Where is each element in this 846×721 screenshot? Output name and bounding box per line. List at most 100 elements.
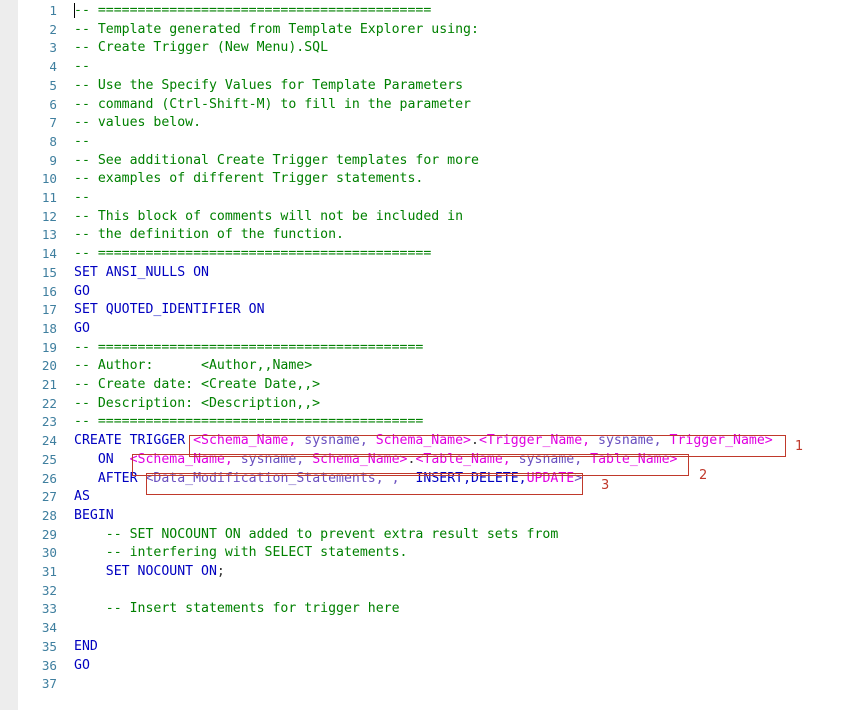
code-line-text[interactable]: -- =====================================… [74,245,431,264]
code-token: -- Insert statements for trigger here [74,601,400,617]
code-line[interactable]: 26 AFTER <Data_Modification_Statements, … [0,470,846,489]
code-line-text[interactable]: -- interfering with SELECT statements. [74,544,408,563]
code-line[interactable]: 21 -- Create date: <Create Date,,> [0,376,846,395]
line-number: 8 [49,133,57,149]
code-line-text[interactable]: -- examples of different Trigger stateme… [74,170,423,189]
code-line-text[interactable]: GO [74,657,90,676]
code-line-text[interactable]: -- SET NOCOUNT ON added to prevent extra… [74,526,559,545]
line-number: 29 [41,526,57,542]
template-parameter-token: Schema_Name> [375,433,471,449]
code-line[interactable]: 24 CREATE TRIGGER <Schema_Name, sysname, … [0,432,846,451]
line-number: 11 [41,190,57,205]
code-line-text[interactable]: -- command (Ctrl-Shift-M) to fill in the… [74,96,471,115]
code-line[interactable]: 30 -- interfering with SELECT statements… [0,544,846,563]
code-line[interactable]: 14 -- ===================================… [0,245,846,264]
template-parameter-token: sysname, [240,451,313,467]
code-line-text[interactable]: -- the definition of the function. [74,226,344,245]
code-line[interactable]: 32 [0,582,846,601]
code-line[interactable]: 9 -- See additional Create Trigger templa… [0,152,846,171]
code-line-text[interactable]: -- =====================================… [74,413,423,432]
code-line[interactable]: 11 -- [0,189,846,208]
line-number: 5 [49,77,57,93]
code-surface[interactable]: 1 -- ====================================… [0,0,846,721]
code-line-text[interactable]: GO [74,320,90,339]
code-token: -- SET NOCOUNT ON added to prevent extra… [74,526,559,542]
line-number: 9 [49,152,57,168]
line-number: 31 [41,564,57,579]
template-parameter-token: > [574,470,583,486]
code-line-text[interactable]: -- This block of comments will not be in… [74,208,463,227]
code-line[interactable]: 6 -- command (Ctrl-Shift-M) to fill in th… [0,96,846,115]
code-line[interactable]: 25 ON <Schema_Name, sysname, Schema_Name… [0,451,846,470]
code-line[interactable]: 28 BEGIN [0,507,846,526]
code-line-text[interactable]: -- See additional Create Trigger templat… [74,152,479,171]
code-token: GO [74,320,90,336]
code-line[interactable]: 4 -- [0,58,846,77]
code-line-text[interactable]: SET NOCOUNT ON; [74,563,225,582]
code-line-text[interactable]: -- Insert statements for trigger here [74,600,400,619]
code-line[interactable]: 19 -- ===================================… [0,339,846,358]
code-line[interactable]: 31 SET NOCOUNT ON; [0,563,846,582]
code-line[interactable]: 15 SET ANSI_NULLS ON [0,264,846,283]
code-line[interactable]: 13 -- the definition of the function. [0,226,846,245]
code-line[interactable]: 5 -- Use the Specify Values for Template … [0,77,846,96]
code-line-text[interactable]: SET ANSI_NULLS ON [74,264,209,283]
code-line[interactable]: 3 -- Create Trigger (New Menu).SQL [0,39,846,58]
code-line-text[interactable]: -- =====================================… [74,2,431,21]
code-line[interactable]: 10 -- examples of different Trigger state… [0,170,846,189]
code-line[interactable]: 12 -- This block of comments will not be … [0,208,846,227]
code-line[interactable]: 36 GO [0,657,846,676]
line-number: 25 [41,451,57,467]
code-token: -- [74,190,90,205]
code-line-text[interactable]: AFTER <Data_Modification_Statements, , I… [74,470,582,489]
code-line-text[interactable]: -- Author: <Author,,Name> [74,357,312,376]
code-line-text[interactable]: SET QUOTED_IDENTIFIER ON [74,301,265,320]
code-token: -- =====================================… [74,3,432,18]
code-line-text[interactable]: AS [74,488,90,507]
code-line-text[interactable]: -- values below. [74,114,201,133]
code-line[interactable]: 37 [0,675,846,694]
code-line-text[interactable]: BEGIN [74,507,114,526]
line-number: 16 [41,283,57,299]
code-line-text[interactable]: GO [74,283,90,302]
code-line-text[interactable]: -- =====================================… [74,339,423,358]
code-line-text[interactable]: -- [74,189,90,208]
code-line-text[interactable]: -- Description: <Description,,> [74,395,320,414]
code-line-text[interactable]: -- Create date: <Create Date,,> [74,376,320,395]
code-line[interactable]: 17 SET QUOTED_IDENTIFIER ON [0,301,846,320]
code-line[interactable]: 16 GO [0,283,846,302]
code-line[interactable]: 29 -- SET NOCOUNT ON added to prevent ex… [0,526,846,545]
sql-code-editor[interactable]: 1 -- ====================================… [0,0,846,721]
code-line-text[interactable]: -- Create Trigger (New Menu).SQL [74,39,328,58]
line-number: 22 [41,395,57,411]
code-line[interactable]: 22 -- Description: <Description,,> [0,395,846,414]
code-line[interactable]: 7 -- values below. [0,114,846,133]
code-line-text[interactable]: -- Template generated from Template Expl… [74,21,479,40]
code-token: SET NOCOUNT ON [74,564,217,579]
code-line[interactable]: 27 AS [0,488,846,507]
code-line[interactable]: 20 -- Author: <Author,,Name> [0,357,846,376]
code-line[interactable]: 35 END [0,638,846,657]
code-line[interactable]: 34 [0,619,846,638]
code-token: BEGIN [74,507,114,523]
code-line[interactable]: 2 -- Template generated from Template Exp… [0,21,846,40]
template-parameter-token: sysname, [598,433,670,449]
code-line-text[interactable]: -- [74,58,90,77]
code-line-text[interactable]: -- Use the Specify Values for Template P… [74,77,463,96]
code-token: -- Create date: <Create Date,,> [74,377,321,392]
line-number: 6 [49,96,57,112]
code-line-text[interactable]: ON <Schema_Name, sysname, Schema_Name>.<… [74,451,678,470]
code-line[interactable]: 33 -- Insert statements for trigger here [0,600,846,619]
code-line-text[interactable]: CREATE TRIGGER <Schema_Name, sysname, Sc… [74,432,773,451]
code-line[interactable]: 8 -- [0,133,846,152]
code-line[interactable]: 1 -- ====================================… [0,2,846,21]
annotation-number: 2 [699,468,708,483]
code-line-text[interactable]: END [74,638,98,657]
line-number: 3 [49,40,57,56]
code-token: AFTER [74,470,146,486]
code-line[interactable]: 23 -- ===================================… [0,413,846,432]
code-line-text[interactable]: -- [74,133,90,152]
code-line[interactable]: 18 GO [0,320,846,339]
code-token: -- Description: <Description,,> [74,395,321,411]
line-number: 36 [41,657,57,673]
